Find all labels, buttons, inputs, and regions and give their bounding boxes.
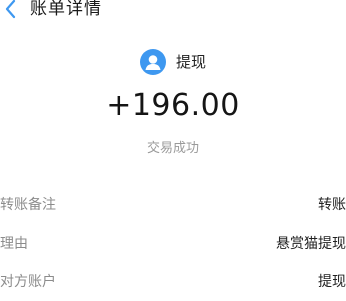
app-header: 账单详情 [0, 0, 346, 24]
detail-label: 对方账户 [0, 274, 56, 290]
detail-value: 转账 [318, 197, 346, 213]
page-title: 账单详情 [30, 0, 102, 19]
detail-row-reason: 理由 悬赏猫提现 [0, 233, 346, 255]
detail-row-remark: 转账备注 转账 [0, 194, 346, 216]
transaction-status: 交易成功 [146, 141, 199, 156]
chevron-left-icon [5, 0, 16, 19]
detail-value: 提现 [318, 274, 346, 290]
user-avatar-icon [139, 49, 166, 75]
detail-label: 理由 [0, 236, 28, 252]
transaction-type: 提现 [0, 49, 346, 75]
transaction-amount: +196.00 [106, 88, 240, 123]
detail-value: 悬赏猫提现 [276, 236, 346, 252]
transaction-type-label: 提现 [175, 53, 206, 71]
back-button[interactable] [2, 0, 20, 20]
detail-label: 转账备注 [0, 197, 56, 213]
detail-row-counterparty: 对方账户 提现 [0, 271, 346, 293]
